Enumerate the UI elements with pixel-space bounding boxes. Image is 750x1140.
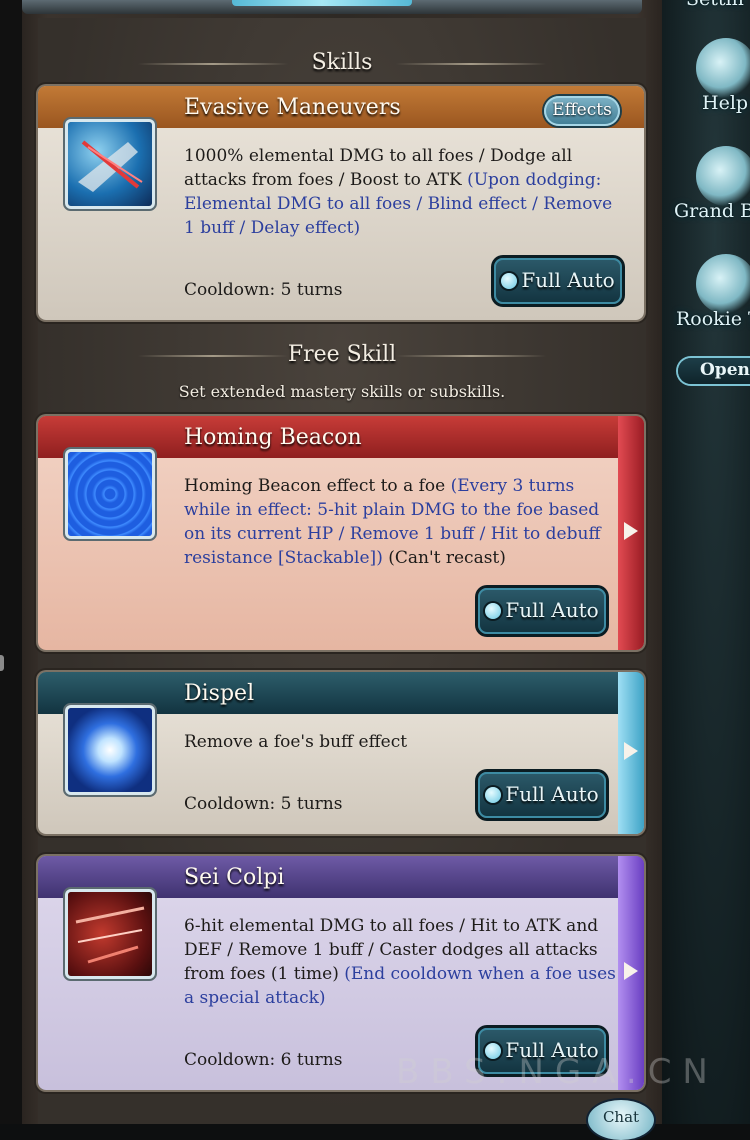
skill-name: Dispel: [184, 681, 255, 706]
help-menu-item[interactable]: Help: [666, 34, 750, 114]
skill-cooldown: Cooldown: 5 turns: [184, 280, 343, 300]
skill-description: Homing Beacon effect to a foe (Every 3 t…: [184, 474, 624, 570]
skill-card-homing-beacon[interactable]: Homing Beacon Homing Beacon effect to a …: [38, 416, 644, 650]
skill-description: 6-hit elemental DMG to all foes / Hit to…: [184, 914, 624, 1010]
full-auto-button[interactable]: Full Auto: [478, 588, 606, 634]
chat-button[interactable]: Chat: [588, 1100, 654, 1140]
skills-section-title: Skills: [38, 50, 646, 75]
side-tab-next[interactable]: [618, 672, 644, 834]
full-auto-label: Full Auto: [521, 268, 615, 292]
skill-description-tail: (Can't recast): [382, 548, 506, 568]
side-tab-next[interactable]: [618, 416, 644, 650]
free-skill-subtitle: Set extended mastery skills or subskills…: [178, 382, 506, 401]
open-button[interactable]: Open: [678, 358, 750, 384]
sei-colpi-icon: [68, 892, 152, 976]
skill-description: Remove a foe's buff effect: [184, 730, 624, 754]
toggle-dot-icon: [501, 273, 518, 289]
book-icon: [696, 38, 750, 98]
skill-cooldown: Cooldown: 5 turns: [184, 794, 343, 814]
character-face-icon: [696, 254, 750, 314]
evasive-maneuvers-icon: [68, 122, 152, 206]
skill-name: Evasive Maneuvers: [184, 95, 401, 120]
full-auto-label: Full Auto: [505, 782, 599, 806]
left-edge-handle: [0, 655, 4, 671]
skill-description-text: Remove a foe's buff effect: [184, 732, 408, 752]
full-auto-button[interactable]: Full Auto: [494, 258, 622, 304]
grand-blues-menu-item[interactable]: Grand Blu: [666, 142, 750, 222]
skills-title-text: Skills: [311, 50, 373, 75]
toggle-dot-icon: [485, 787, 502, 803]
effects-button[interactable]: Effects: [544, 96, 620, 126]
rookie-menu-item[interactable]: Rookie T: [666, 250, 750, 330]
rookie-label: Rookie T: [676, 308, 750, 330]
settings-label[interactable]: Settin: [686, 0, 744, 10]
help-label: Help: [702, 92, 749, 114]
skill-card-evasive-maneuvers[interactable]: Evasive Maneuvers Effects 1000% elementa…: [38, 86, 644, 320]
left-edge-strip: [0, 0, 22, 1124]
skill-name: Homing Beacon: [184, 425, 362, 450]
toggle-dot-icon: [485, 603, 502, 619]
homing-beacon-icon: [68, 452, 152, 536]
arrow-right-icon: [624, 742, 638, 760]
panel-top-bar: [22, 0, 642, 14]
skill-description: 1000% elemental DMG to all foes / Dodge …: [184, 144, 624, 240]
watermark: BBS.NGA.CN: [396, 1052, 719, 1092]
arrow-right-icon: [624, 522, 638, 540]
skill-name: Sei Colpi: [184, 865, 285, 890]
skill-cooldown: Cooldown: 6 turns: [184, 1050, 343, 1070]
full-auto-button[interactable]: Full Auto: [478, 772, 606, 818]
mascot-icon: [696, 146, 750, 206]
skill-description-text: Homing Beacon effect to a foe: [184, 476, 451, 496]
skill-card-dispel[interactable]: Dispel Remove a foe's buff effect Cooldo…: [38, 672, 644, 834]
dispel-icon: [68, 708, 152, 792]
full-auto-label: Full Auto: [505, 598, 599, 622]
grand-blues-label: Grand Blu: [674, 200, 750, 222]
arrow-right-icon: [624, 962, 638, 980]
free-skill-title-text: Free Skill: [287, 342, 397, 367]
free-skill-section-title: Free Skill: [38, 342, 646, 367]
